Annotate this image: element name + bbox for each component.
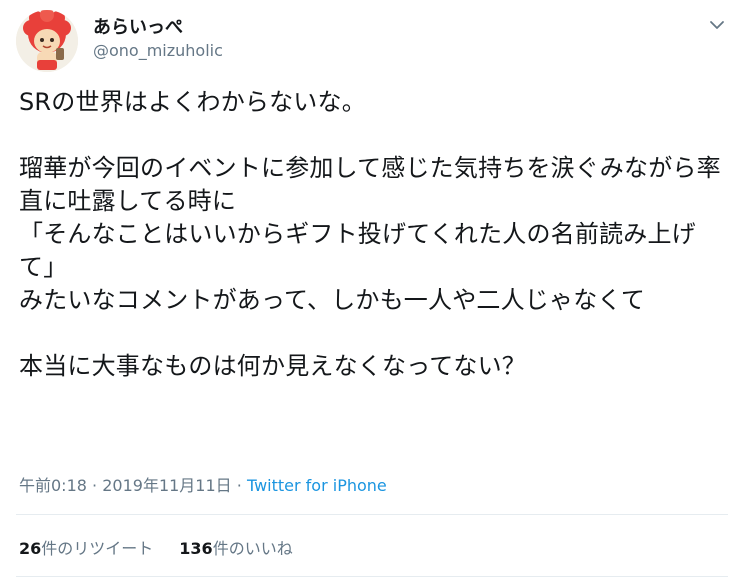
tweet-stats: 26件のリツイート 136件のいいね (19, 535, 293, 559)
display-name[interactable]: あらいっぺ (93, 13, 183, 39)
tweet-source-link[interactable]: Twitter for iPhone (247, 476, 387, 495)
chevron-down-icon[interactable] (706, 14, 728, 36)
retweet-count: 26 (19, 539, 42, 558)
mascot-avatar-icon (16, 10, 78, 72)
meta-separator: · (236, 476, 242, 495)
tweet-card: あらいっぺ @ono_mizuholic SRの世界はよくわからないな。 瑠華が… (0, 0, 739, 579)
screen-name[interactable]: @ono_mizuholic (93, 41, 223, 60)
tweet-metadata: 午前0:18 · 2019年11月11日 · Twitter for iPhon… (19, 472, 387, 496)
like-stat[interactable]: 136件のいいね (179, 539, 292, 558)
tweet-date[interactable]: 2019年11月11日 (102, 476, 231, 495)
retweet-stat[interactable]: 26件のリツイート (19, 539, 153, 558)
meta-separator: · (92, 476, 98, 495)
tweet-time[interactable]: 午前0:18 (19, 476, 87, 495)
divider (16, 576, 728, 577)
divider (16, 514, 728, 515)
like-count: 136 (179, 539, 213, 558)
avatar[interactable] (16, 10, 78, 72)
like-label: 件のいいね (212, 539, 293, 558)
retweet-label: 件のリツイート (41, 539, 154, 558)
tweet-text: SRの世界はよくわからないな。 瑠華が今回のイベントに参加して感じた気持ちを涙ぐ… (19, 88, 721, 380)
